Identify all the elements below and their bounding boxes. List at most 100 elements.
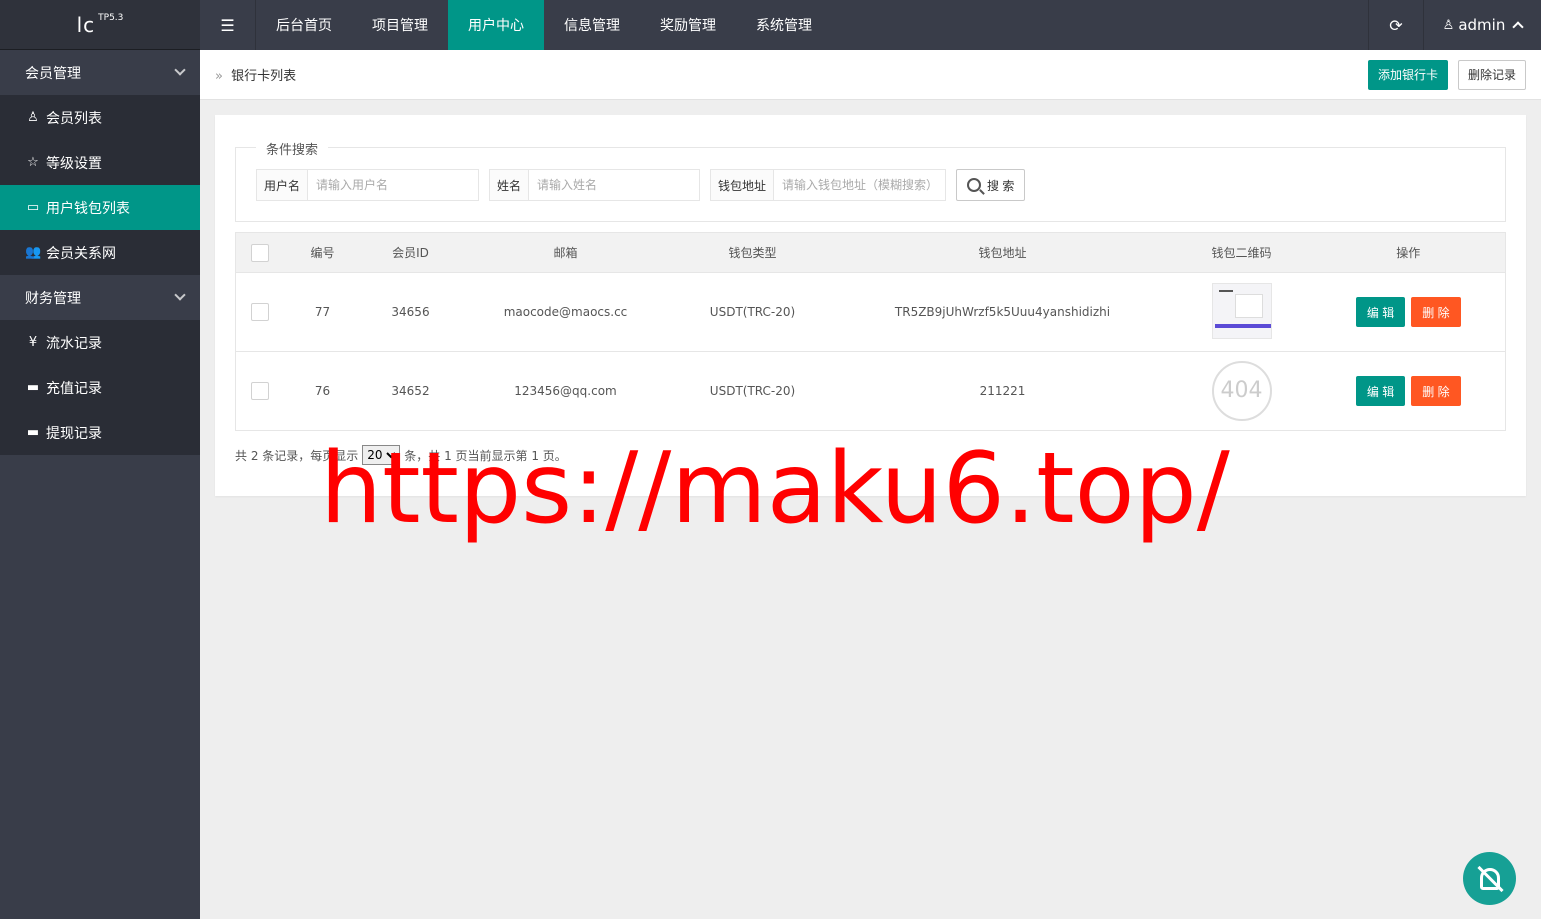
col-member-id: 会员ID [361,232,460,273]
username-label: 用户名 [257,170,309,200]
cell-member-id: 34656 [361,272,460,352]
name-search-group: 姓名 [489,169,700,201]
bell-off-icon [1479,867,1500,890]
image-not-found-404: 404 [1211,361,1272,421]
tab-system[interactable]: 系统管理 [736,0,832,50]
wallet-table: 编号 会员ID 邮箱 钱包类型 钱包地址 钱包二维码 操作 77 34656 m… [235,232,1506,431]
sidebar-item-label: 会员关系网 [46,245,116,262]
wallet-input[interactable] [774,170,943,200]
cell-wallet-address: TR5ZB9jUhWrzf5k5Uuu4yanshidizhi [833,272,1172,352]
sidebar-item-withdraw[interactable]: ▬ 提现记录 [0,410,200,455]
pager-suffix: 条，共 1 页当前显示第 1 页。 [404,448,567,463]
tab-projects[interactable]: 项目管理 [352,0,448,50]
cell-email: maocode@maocs.cc [459,272,672,352]
search-icon [967,178,981,192]
tab-info[interactable]: 信息管理 [544,0,640,50]
pagination-info: 共 2 条记录，每页显示 20 条，共 1 页当前显示第 1 页。 [235,445,567,465]
notification-button[interactable] [1463,852,1516,905]
sidebar-group-finance[interactable]: 财务管理 [0,275,200,320]
row-checkbox[interactable] [250,303,269,321]
chevron-up-icon [1512,21,1524,33]
row-checkbox[interactable] [250,382,269,400]
col-wallet-qr: 钱包二维码 [1171,232,1312,273]
sidebar-item-wallet-list[interactable]: ▭ 用户钱包列表 [0,185,200,230]
breadcrumb-bar: » 银行卡列表 添加银行卡 删除记录 [200,50,1541,100]
add-bank-card-button[interactable]: 添加银行卡 [1367,59,1448,90]
sidebar-group-label: 财务管理 [25,290,81,307]
logo[interactable]: lc TP5.3 [0,0,200,50]
top-nav: ☰ 后台首页 项目管理 用户中心 信息管理 奖励管理 系统管理 ⟳ ♙ admi… [200,0,1541,50]
menu-toggle-icon[interactable]: ☰ [200,0,256,50]
select-all-checkbox[interactable] [250,243,269,262]
sidebar-group-members[interactable]: 会员管理 [0,50,200,95]
delete-button[interactable]: 删 除 [1411,297,1461,327]
page-size-select[interactable]: 20 [362,445,401,465]
tab-user-center[interactable]: 用户中心 [448,0,544,50]
tab-home[interactable]: 后台首页 [256,0,352,50]
cell-id: 76 [283,351,362,431]
sidebar-item-transactions[interactable]: ¥ 流水记录 [0,320,200,365]
table-row: 76 34652 123456@qq.com USDT(TRC-20) 2112… [235,351,1506,431]
search-button-label: 搜 索 [987,178,1015,193]
sidebar-item-label: 等级设置 [46,155,102,172]
sidebar-item-member-network[interactable]: 👥 会员关系网 [0,230,200,275]
pager-prefix: 共 2 条记录，每页显示 [235,448,359,463]
sidebar-item-label: 会员列表 [46,110,102,127]
cell-member-id: 34652 [361,351,460,431]
tab-rewards[interactable]: 奖励管理 [640,0,736,50]
page-title: 银行卡列表 [231,69,297,84]
username: admin [1458,16,1506,34]
sidebar-item-label: 充值记录 [46,380,102,397]
paypal-icon: ▬ [26,380,40,395]
search-button[interactable]: 搜 索 [956,169,1026,201]
username-search-group: 用户名 [256,169,479,201]
cell-wallet-type: USDT(TRC-20) [671,351,834,431]
chevron-down-icon [174,64,186,76]
card-icon: ▭ [26,200,40,215]
breadcrumb-arrow-icon: » [215,69,223,84]
users-icon: 👥 [25,245,42,260]
cell-wallet-type: USDT(TRC-20) [671,272,834,352]
col-wallet-address: 钱包地址 [833,232,1172,273]
col-email: 邮箱 [459,232,672,273]
col-wallet-type: 钱包类型 [671,232,834,273]
delete-records-button[interactable]: 删除记录 [1457,59,1526,90]
wallet-qr-image[interactable] [1211,282,1272,339]
logo-version: TP5.3 [98,12,124,23]
cell-id: 77 [283,272,362,352]
sidebar-item-level-settings[interactable]: ☆ 等级设置 [0,140,200,185]
chevron-down-icon [174,289,186,301]
sidebar-item-label: 用户钱包列表 [46,200,130,217]
user-menu[interactable]: ♙ admin [1423,0,1541,50]
yen-icon: ¥ [28,335,38,350]
sidebar-item-label: 流水记录 [46,335,102,352]
search-panel: 条件搜索 用户名 姓名 钱包地址 搜 索 [235,139,1506,222]
content-card: 条件搜索 用户名 姓名 钱包地址 搜 索 编号 [215,115,1526,496]
wallet-search-group: 钱包地址 [710,169,946,201]
edit-button[interactable]: 编 辑 [1355,297,1406,327]
table-header-row: 编号 会员ID 邮箱 钱包类型 钱包地址 钱包二维码 操作 [235,232,1506,273]
col-actions: 操作 [1311,232,1506,273]
search-legend: 条件搜索 [256,139,329,158]
sidebar-item-member-list[interactable]: ♙ 会员列表 [0,95,200,140]
refresh-icon[interactable]: ⟳ [1368,0,1423,50]
star-icon: ☆ [27,155,39,170]
username-input[interactable] [308,170,477,200]
breadcrumb: » 银行卡列表 [215,65,296,84]
user-icon: ♙ [1442,17,1455,33]
logo-text: lc [76,12,96,37]
user-icon: ♙ [27,110,39,125]
sidebar: lc TP5.3 会员管理 ♙ 会员列表 ☆ 等级设置 ▭ 用户钱包列表 👥 会… [0,0,200,919]
table-row: 77 34656 maocode@maocs.cc USDT(TRC-20) T… [235,272,1506,352]
delete-button[interactable]: 删 除 [1411,376,1461,406]
col-id: 编号 [283,232,362,273]
sidebar-item-label: 提现记录 [46,425,102,442]
sidebar-group-label: 会员管理 [25,65,81,82]
edit-button[interactable]: 编 辑 [1355,376,1406,406]
cell-email: 123456@qq.com [459,351,672,431]
sidebar-item-recharge[interactable]: ▬ 充值记录 [0,365,200,410]
name-label: 姓名 [490,170,530,200]
cell-wallet-address: 211221 [833,351,1172,431]
name-input[interactable] [529,170,698,200]
wallet-icon: ▬ [26,425,40,440]
